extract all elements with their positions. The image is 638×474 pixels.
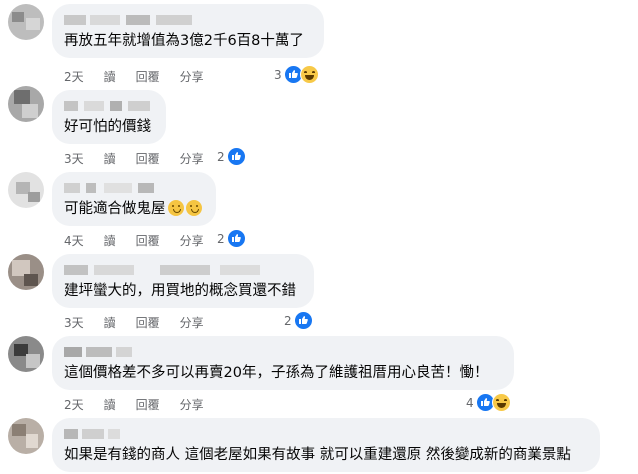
thinking-face-icon: [185, 200, 202, 216]
comment-actions: 2天 讀 回覆 分享: [64, 68, 204, 85]
comment-actions: 4天 讀 回覆 分享: [64, 232, 204, 249]
reaction-summary[interactable]: 2: [217, 147, 246, 166]
read-link[interactable]: 讀: [104, 396, 116, 413]
haha-icon: [491, 393, 511, 412]
reply-link[interactable]: 回覆: [136, 232, 160, 249]
comment-timestamp[interactable]: 3天: [64, 314, 84, 331]
comment-bubble: 如果是有錢的商人 這個老屋如果有故事 就可以重建還原 然後變成新的商業景點: [52, 418, 600, 472]
reaction-count: 3: [274, 67, 282, 82]
haha-icon: [299, 65, 319, 84]
comment-timestamp[interactable]: 2天: [64, 68, 84, 85]
reply-link[interactable]: 回覆: [136, 314, 160, 331]
blurred-author-name[interactable]: [64, 426, 154, 442]
comment-text-body: 可能適合做鬼屋: [64, 201, 166, 217]
reaction-summary[interactable]: 2: [284, 311, 313, 330]
blurred-author-name[interactable]: [64, 98, 154, 114]
read-link[interactable]: 讀: [104, 68, 116, 85]
comment-bubble: 好可怕的價錢: [52, 90, 166, 144]
read-link[interactable]: 讀: [104, 314, 116, 331]
reply-link[interactable]: 回覆: [136, 396, 160, 413]
comment-actions: 2天 讀 回覆 分享: [64, 396, 204, 413]
like-icon: [293, 311, 313, 330]
comment-actions: 3天 讀 回覆 分享: [64, 150, 204, 167]
comment-text: 這個價格差不多可以再賣20年，子孫為了維護祖厝用心良苦！慟！: [64, 365, 489, 381]
comment-text: 可能適合做鬼屋: [64, 199, 204, 219]
comment-text: 建坪蠻大的，用買地的概念買還不錯: [64, 283, 296, 299]
reaction-summary[interactable]: 4: [466, 393, 511, 412]
read-link[interactable]: 讀: [104, 150, 116, 167]
like-icon: [226, 229, 246, 248]
avatar[interactable]: [8, 172, 44, 208]
avatar[interactable]: [8, 254, 44, 290]
share-link[interactable]: 分享: [180, 314, 204, 331]
comment-text: 再放五年就增值為3億2千6百8十萬了: [64, 33, 304, 49]
comment-timestamp[interactable]: 2天: [64, 396, 84, 413]
comment-timestamp[interactable]: 4天: [64, 232, 84, 249]
comment-bubble: 這個價格差不多可以再賣20年，子孫為了維護祖厝用心良苦！慟！: [52, 336, 514, 390]
comment-actions: 3天 讀 回覆 分享: [64, 314, 204, 331]
comment-bubble: 可能適合做鬼屋: [52, 172, 216, 226]
thinking-face-icon: [167, 200, 184, 216]
avatar[interactable]: [8, 418, 44, 454]
avatar[interactable]: [8, 4, 44, 40]
reply-link[interactable]: 回覆: [136, 68, 160, 85]
blurred-author-name[interactable]: [64, 180, 184, 196]
share-link[interactable]: 分享: [180, 150, 204, 167]
share-link[interactable]: 分享: [180, 232, 204, 249]
comment-text: 好可怕的價錢: [64, 119, 151, 135]
blurred-author-name[interactable]: [64, 344, 164, 360]
share-link[interactable]: 分享: [180, 68, 204, 85]
comment-bubble: 再放五年就增值為3億2千6百8十萬了: [52, 4, 324, 58]
reply-link[interactable]: 回覆: [136, 150, 160, 167]
comment-text: 如果是有錢的商人 這個老屋如果有故事 就可以重建還原 然後變成新的商業景點: [64, 447, 571, 463]
avatar[interactable]: [8, 86, 44, 122]
reaction-count: 2: [217, 149, 225, 164]
reaction-count: 4: [466, 395, 474, 410]
read-link[interactable]: 讀: [104, 232, 116, 249]
reaction-summary[interactable]: 2: [217, 229, 246, 248]
blurred-author-name[interactable]: [64, 12, 254, 28]
share-link[interactable]: 分享: [180, 396, 204, 413]
reaction-summary[interactable]: 3: [274, 65, 319, 84]
like-icon: [226, 147, 246, 166]
comment-timestamp[interactable]: 3天: [64, 150, 84, 167]
comment-bubble: 建坪蠻大的，用買地的概念買還不錯: [52, 254, 314, 308]
blurred-author-name[interactable]: [64, 262, 284, 278]
reaction-count: 2: [284, 313, 292, 328]
reaction-count: 2: [217, 231, 225, 246]
avatar[interactable]: [8, 336, 44, 372]
